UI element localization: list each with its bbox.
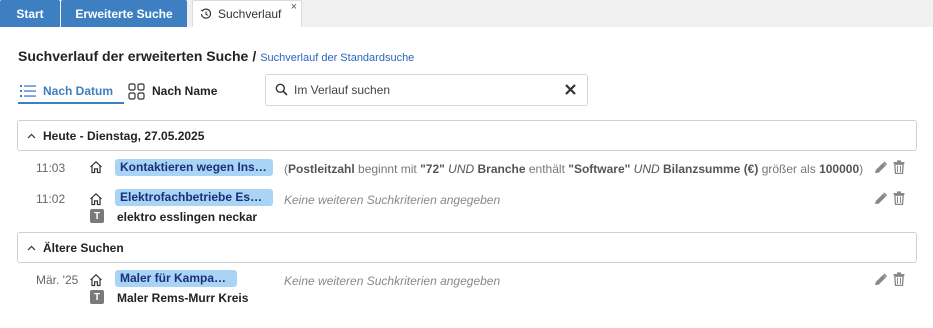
sort-by-name-label: Nach Name xyxy=(152,84,218,98)
tab-start[interactable]: Start xyxy=(0,0,60,27)
criteria-operator: beginnt mit xyxy=(358,162,417,176)
trash-icon[interactable] xyxy=(893,272,905,286)
search-name-pill[interactable]: Maler für Kampagne xyxy=(115,270,237,287)
close-icon[interactable] xyxy=(564,83,577,99)
criteria-operator: größer als xyxy=(761,162,816,176)
active-sort-indicator xyxy=(18,102,124,104)
trash-icon[interactable] xyxy=(893,160,905,174)
standard-search-history-link[interactable]: Suchverlauf der Standardsuche xyxy=(260,52,414,64)
tab-start-label: Start xyxy=(16,6,44,21)
text-search-term: Maler Rems-Murr Kreis xyxy=(117,291,249,305)
criteria-value: 100000 xyxy=(819,162,860,176)
history-icon xyxy=(200,8,212,20)
list-icon xyxy=(20,85,36,97)
page-title: Suchverlauf der erweiterten Suche xyxy=(18,48,249,64)
text-search-term: elektro esslingen neckar xyxy=(117,210,258,224)
tab-search-history-label: Suchverlauf xyxy=(218,7,282,21)
criteria-field: Bilanzsumme (€) xyxy=(663,162,759,176)
sort-by-name-button[interactable]: Nach Name xyxy=(128,79,217,103)
chevron-up-icon xyxy=(27,245,36,251)
no-criteria-text: Keine weiteren Suchkriterien angegeben xyxy=(284,274,501,288)
tab-advanced-search-label: Erweiterte Suche xyxy=(75,6,173,21)
criteria-field: Branche xyxy=(477,162,526,176)
sort-by-date-label: Nach Datum xyxy=(43,84,114,98)
group-header-today[interactable]: Heute - Dienstag, 27.05.2025 xyxy=(17,120,917,151)
tab-advanced-search[interactable]: Erweiterte Suche xyxy=(61,0,187,27)
criteria-value: "Software" xyxy=(568,162,631,176)
search-name-pill[interactable]: Kontaktieren wegen Ins… xyxy=(115,159,273,176)
heading-separator: / xyxy=(252,48,257,64)
tab-bar: Start Erweiterte Suche Suchverlauf × xyxy=(0,0,933,27)
page-heading: Suchverlauf der erweiterten Suche / Such… xyxy=(18,48,414,64)
edit-icon[interactable] xyxy=(874,161,888,174)
search-criteria: (Postleitzahl beginnt mit "72" UND Branc… xyxy=(284,162,863,176)
home-icon xyxy=(89,192,103,209)
search-name-pill[interactable]: Elektrofachbetriebe Essl… xyxy=(115,189,273,206)
edit-icon[interactable] xyxy=(874,192,888,205)
text-search-badge: T xyxy=(90,290,104,304)
criteria-field: Postleitzahl xyxy=(288,162,355,176)
tab-close-icon[interactable]: × xyxy=(291,2,297,13)
chevron-up-icon xyxy=(27,133,36,139)
home-icon xyxy=(89,160,103,177)
criteria-and: UND xyxy=(448,162,475,176)
group-header-older[interactable]: Ältere Suchen xyxy=(17,232,917,263)
home-icon xyxy=(89,273,103,290)
search-icon xyxy=(275,83,288,99)
history-search-box xyxy=(265,74,588,106)
no-criteria-text: Keine weiteren Suchkriterien angegeben xyxy=(284,193,501,207)
edit-icon[interactable] xyxy=(874,273,888,286)
criteria-and: UND xyxy=(633,162,660,176)
group-label: Heute - Dienstag, 27.05.2025 xyxy=(43,128,205,143)
trash-icon[interactable] xyxy=(893,191,905,205)
criteria-value: "72" xyxy=(420,162,445,176)
text-search-badge: T xyxy=(90,209,104,223)
entry-time: 11:02 xyxy=(36,192,66,206)
grid-icon xyxy=(128,82,145,100)
criteria-operator: enthält xyxy=(528,162,565,176)
sort-by-date-button[interactable]: Nach Datum xyxy=(20,79,113,103)
criteria-paren-close: ) xyxy=(859,162,864,176)
history-search-input[interactable] xyxy=(294,81,554,99)
entry-time: 11:03 xyxy=(36,161,66,175)
group-label: Ältere Suchen xyxy=(43,240,124,255)
tab-search-history[interactable]: Suchverlauf × xyxy=(192,0,302,27)
entry-time: Mär. '25 xyxy=(36,273,79,287)
